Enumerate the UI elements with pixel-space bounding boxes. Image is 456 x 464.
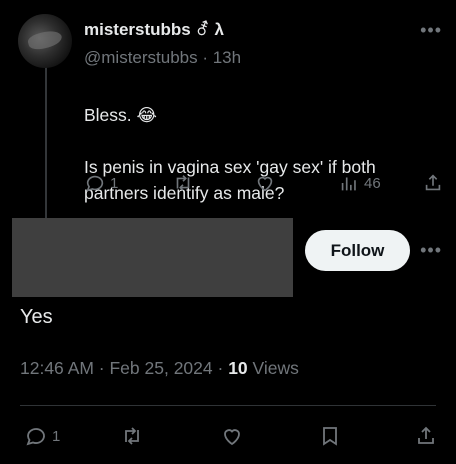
reply-text: Yes: [20, 306, 53, 328]
views-number: 10: [228, 358, 248, 378]
reply-count: 1: [52, 427, 61, 445]
timestamp[interactable]: 12:46 AM · Feb 25, 2024 ·: [20, 358, 228, 378]
retweet-button[interactable]: [120, 424, 144, 448]
retweet-icon: [176, 175, 190, 191]
tweet-text: Bless. 😂 Is penis in vagina sex 'gay sex…: [84, 76, 444, 232]
reply-meta: 12:46 AM · Feb 25, 2024 · 10 Views: [20, 358, 299, 379]
display-name[interactable]: misterstubbs ⚦ λ: [84, 20, 224, 40]
share-icon: [425, 174, 441, 191]
reply-actions: 1: [20, 424, 440, 452]
like-button[interactable]: [220, 424, 244, 448]
reply-icon: [26, 428, 45, 446]
retweet-icon: [125, 427, 139, 445]
retweet-button[interactable]: [172, 172, 194, 194]
views-icon: [341, 177, 356, 191]
bookmark-icon: [323, 427, 337, 446]
share-icon: [418, 426, 434, 444]
bookmark-button[interactable]: [318, 424, 342, 448]
avatar[interactable]: [18, 14, 72, 68]
more-icon[interactable]: •••: [420, 240, 442, 261]
views-label: Views: [247, 358, 299, 378]
follow-button[interactable]: Follow: [305, 230, 410, 271]
like-icon: [257, 176, 273, 192]
divider: [20, 405, 436, 406]
views-button[interactable]: 46: [338, 172, 381, 194]
like-icon: [224, 429, 240, 446]
name-badge: ⚦ λ: [195, 20, 224, 39]
reply-button[interactable]: 1: [24, 424, 60, 448]
share-button[interactable]: [414, 424, 438, 448]
thread-line: [45, 60, 47, 218]
reply-count: 1: [110, 174, 119, 192]
redacted-block: [12, 218, 293, 297]
handle-and-time[interactable]: @misterstubbs · 13h: [84, 48, 241, 68]
more-icon[interactable]: •••: [420, 20, 442, 41]
share-button[interactable]: [422, 172, 444, 194]
views-count: 46: [364, 174, 381, 192]
reply-button[interactable]: 1: [84, 172, 118, 194]
tweet-line-1: Bless. 😂: [84, 105, 157, 125]
like-button[interactable]: [254, 172, 276, 194]
reply-icon: [86, 175, 104, 192]
display-name-text: misterstubbs: [84, 20, 191, 39]
tweet-actions: 1 46: [84, 172, 444, 198]
